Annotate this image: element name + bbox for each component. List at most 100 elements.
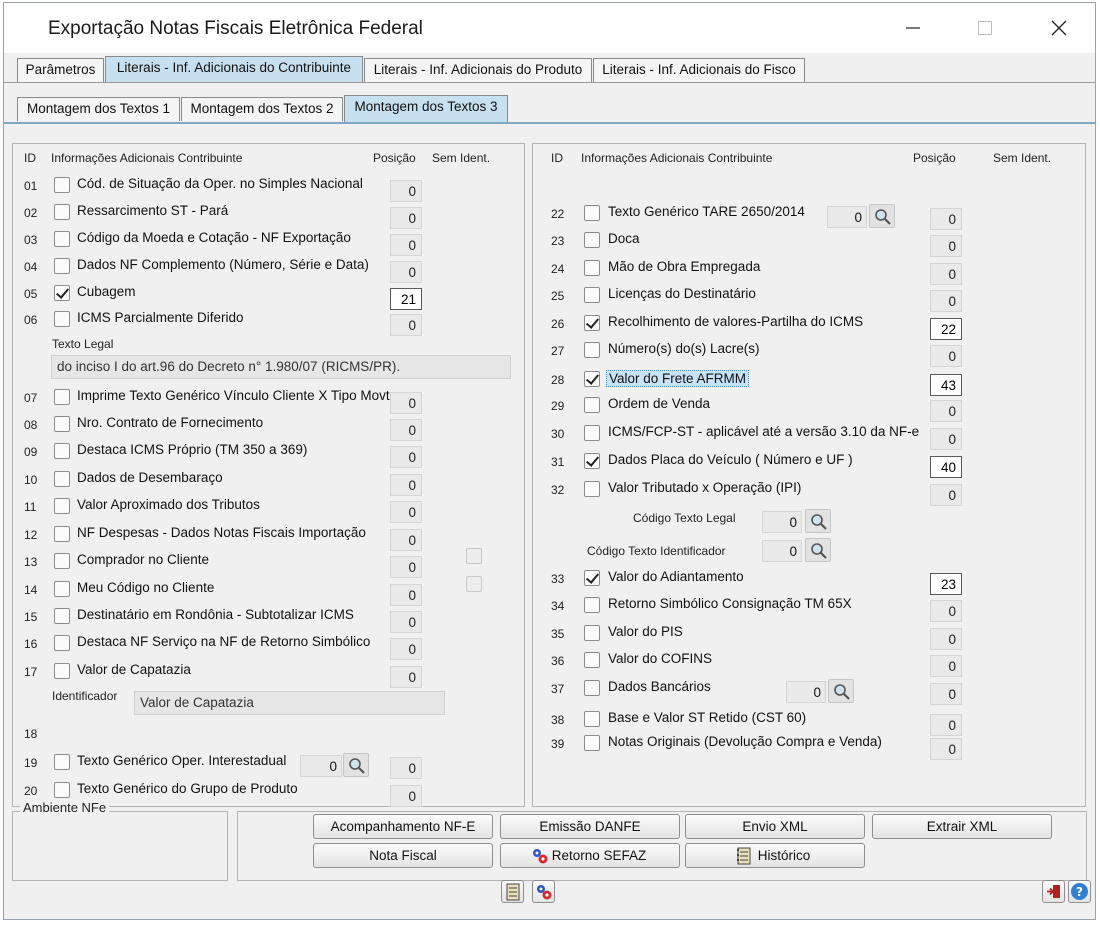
position-field[interactable]: 0 bbox=[390, 501, 422, 523]
position-field[interactable]: 0 bbox=[390, 207, 422, 229]
row-checkbox[interactable] bbox=[54, 782, 70, 798]
codigo-texto-legal-search-button[interactable] bbox=[805, 509, 831, 533]
historico-button[interactable]: Histórico bbox=[685, 843, 865, 868]
position-field[interactable]: 22 bbox=[930, 318, 962, 340]
maximize-button[interactable] bbox=[962, 11, 1008, 45]
codigo-texto-legal-field[interactable]: 0 bbox=[762, 511, 802, 533]
position-field[interactable]: 0 bbox=[390, 261, 422, 283]
close-button[interactable] bbox=[1036, 11, 1082, 45]
position-field[interactable]: 0 bbox=[930, 208, 962, 230]
row-checkbox[interactable] bbox=[584, 205, 600, 221]
position-field[interactable]: 0 bbox=[930, 655, 962, 677]
row-checkbox[interactable] bbox=[584, 735, 600, 751]
position-field[interactable]: 40 bbox=[930, 456, 962, 478]
position-field[interactable]: 0 bbox=[390, 234, 422, 256]
position-field[interactable]: 0 bbox=[930, 628, 962, 650]
acompanhamento-nfe-button[interactable]: Acompanhamento NF-E bbox=[313, 814, 493, 839]
tab-literais-produto[interactable]: Literais - Inf. Adicionais do Produto bbox=[364, 58, 592, 82]
position-field[interactable]: 0 bbox=[390, 474, 422, 496]
row-checkbox[interactable] bbox=[584, 315, 600, 331]
position-field[interactable]: 0 bbox=[390, 584, 422, 606]
row-checkbox[interactable] bbox=[584, 371, 600, 387]
position-field[interactable]: 0 bbox=[390, 638, 422, 660]
emissao-danfe-button[interactable]: Emissão DANFE bbox=[500, 814, 680, 839]
row-checkbox[interactable] bbox=[54, 285, 70, 301]
exit-button[interactable] bbox=[1042, 880, 1065, 903]
row-checkbox[interactable] bbox=[54, 389, 70, 405]
extrair-xml-button[interactable]: Extrair XML bbox=[872, 814, 1052, 839]
code-search-button[interactable] bbox=[869, 204, 895, 228]
row-checkbox[interactable] bbox=[54, 553, 70, 569]
code-search-button[interactable] bbox=[343, 753, 369, 777]
row-checkbox[interactable] bbox=[54, 443, 70, 459]
subtab-montagem-2[interactable]: Montagem dos Textos 2 bbox=[181, 97, 343, 121]
position-field[interactable]: 43 bbox=[930, 374, 962, 396]
position-field[interactable]: 0 bbox=[390, 419, 422, 441]
row-checkbox[interactable] bbox=[584, 232, 600, 248]
code-field[interactable]: 0 bbox=[300, 755, 342, 777]
sem-ident-checkbox-13[interactable] bbox=[466, 548, 482, 564]
position-field[interactable]: 0 bbox=[930, 400, 962, 422]
row-checkbox[interactable] bbox=[54, 498, 70, 514]
subtab-montagem-1[interactable]: Montagem dos Textos 1 bbox=[17, 97, 180, 121]
help-button[interactable]: ? bbox=[1068, 880, 1091, 903]
position-field[interactable]: 0 bbox=[390, 529, 422, 551]
row-checkbox[interactable] bbox=[54, 204, 70, 220]
position-field[interactable]: 0 bbox=[390, 611, 422, 633]
position-field[interactable]: 0 bbox=[930, 683, 962, 705]
row-checkbox[interactable] bbox=[584, 597, 600, 613]
row-checkbox[interactable] bbox=[584, 425, 600, 441]
row-checkbox[interactable] bbox=[54, 608, 70, 624]
row-checkbox[interactable] bbox=[584, 342, 600, 358]
tab-parametros[interactable]: Parâmetros bbox=[17, 58, 104, 82]
row-checkbox[interactable] bbox=[54, 177, 70, 193]
notebook-tool-button[interactable] bbox=[501, 880, 524, 903]
position-field[interactable]: 0 bbox=[930, 345, 962, 367]
sem-ident-checkbox-14[interactable] bbox=[466, 576, 482, 592]
row-checkbox[interactable] bbox=[584, 287, 600, 303]
envio-xml-button[interactable]: Envio XML bbox=[685, 814, 865, 839]
code-search-button[interactable] bbox=[828, 679, 854, 703]
position-field[interactable]: 0 bbox=[390, 446, 422, 468]
row-checkbox[interactable] bbox=[54, 663, 70, 679]
row-checkbox[interactable] bbox=[54, 471, 70, 487]
row-checkbox[interactable] bbox=[54, 754, 70, 770]
row-checkbox[interactable] bbox=[54, 258, 70, 274]
position-field[interactable]: 0 bbox=[390, 314, 422, 336]
row-checkbox[interactable] bbox=[54, 635, 70, 651]
position-field[interactable]: 0 bbox=[390, 666, 422, 688]
code-field[interactable]: 0 bbox=[827, 206, 867, 228]
position-field[interactable]: 0 bbox=[930, 714, 962, 736]
position-field[interactable]: 0 bbox=[930, 738, 962, 760]
position-field[interactable]: 0 bbox=[930, 484, 962, 506]
row-checkbox[interactable] bbox=[54, 416, 70, 432]
row-checkbox[interactable] bbox=[584, 680, 600, 696]
row-checkbox[interactable] bbox=[584, 453, 600, 469]
texto-legal-field[interactable]: do inciso I do art.96 do Decreto n° 1.98… bbox=[51, 355, 511, 379]
position-field[interactable]: 0 bbox=[390, 556, 422, 578]
row-checkbox[interactable] bbox=[54, 231, 70, 247]
row-checkbox[interactable] bbox=[584, 397, 600, 413]
row-checkbox[interactable] bbox=[54, 526, 70, 542]
row-checkbox[interactable] bbox=[584, 625, 600, 641]
position-field[interactable]: 0 bbox=[390, 180, 422, 202]
position-field[interactable]: 0 bbox=[930, 600, 962, 622]
subtab-montagem-3[interactable]: Montagem dos Textos 3 bbox=[344, 95, 508, 122]
codigo-texto-ident-search-button[interactable] bbox=[805, 538, 831, 562]
position-field[interactable]: 0 bbox=[930, 235, 962, 257]
row-checkbox[interactable] bbox=[584, 481, 600, 497]
position-field[interactable]: 0 bbox=[390, 785, 422, 807]
nota-fiscal-button[interactable]: Nota Fiscal bbox=[313, 843, 493, 868]
position-field[interactable]: 0 bbox=[390, 757, 422, 779]
identificador-field[interactable]: Valor de Capatazia bbox=[134, 691, 445, 715]
position-field[interactable]: 0 bbox=[930, 263, 962, 285]
row-checkbox[interactable] bbox=[584, 260, 600, 276]
position-field[interactable]: 23 bbox=[930, 573, 962, 595]
tab-literais-fisco[interactable]: Literais - Inf. Adicionais do Fisco bbox=[593, 58, 805, 82]
row-checkbox[interactable] bbox=[584, 570, 600, 586]
retorno-sefaz-button[interactable]: Retorno SEFAZ bbox=[500, 843, 680, 868]
row-checkbox[interactable] bbox=[584, 652, 600, 668]
tab-literais-contribuinte[interactable]: Literais - Inf. Adicionais do Contribuin… bbox=[105, 56, 363, 83]
codigo-texto-ident-field[interactable]: 0 bbox=[762, 540, 802, 562]
row-checkbox[interactable] bbox=[54, 311, 70, 327]
